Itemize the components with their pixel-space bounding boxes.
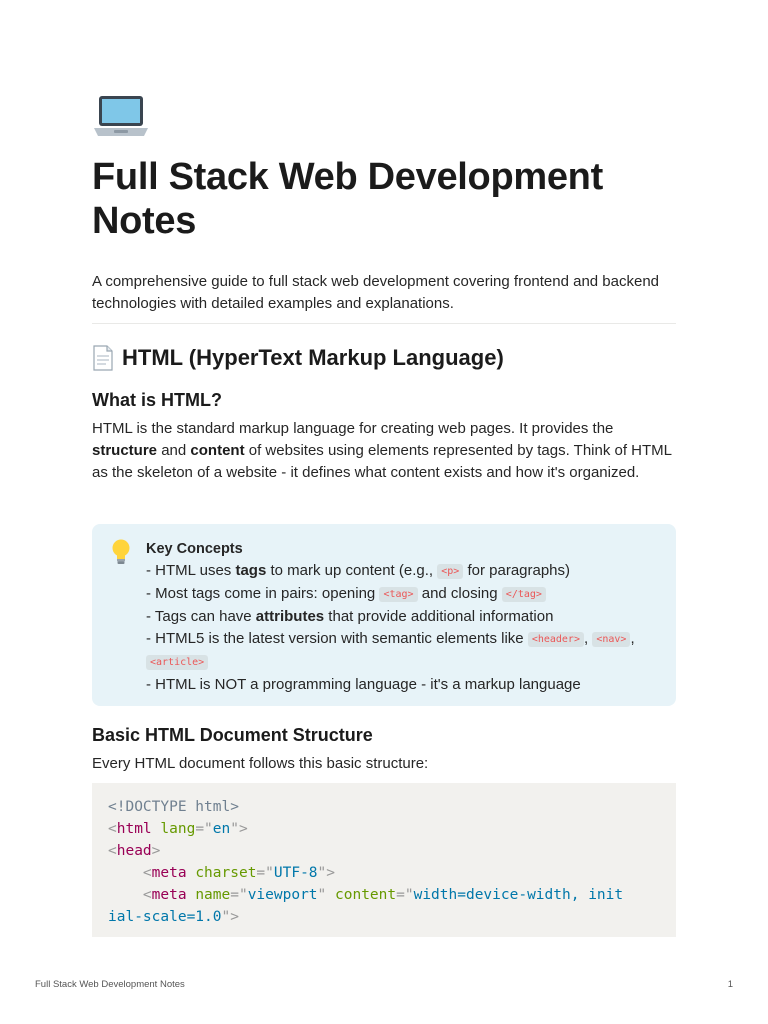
what-is-html-paragraph: HTML is the standard markup language for… [92,420,672,481]
light-bulb-icon [112,539,130,564]
callout-line: - HTML is NOT a programming language - i… [146,676,581,693]
code-value: en [212,821,231,837]
divider [92,323,676,324]
code-tag: head [116,843,152,859]
callout-line: - HTML uses tags to mark up content (e.g… [146,562,571,579]
callout-line: - Most tags come in pairs: opening <tag>… [146,583,666,606]
callout-title: Key Concepts [146,541,243,557]
code-attr: content [335,887,397,903]
page-number: 1 [727,979,733,990]
code-value: ial-scale=1.0 [108,909,222,925]
code-block[interactable]: <!DOCTYPE html> <html lang="en"> <head> … [92,783,676,937]
inline-code: <tag> [379,587,418,602]
footer-title: Full Stack Web Development Notes [35,979,185,990]
code-value: UTF-8 [273,865,318,881]
code-tag: meta [151,865,187,881]
key-concepts-callout: Key Concepts - HTML uses tags to mark up… [92,524,676,706]
inline-code: <nav> [592,632,631,647]
code-attr: charset [195,865,257,881]
what-is-html-heading: What is HTML? [92,390,222,410]
laptop-icon [94,96,148,136]
inline-code: <p> [437,564,464,579]
structure-subtext: Every HTML document follows this basic s… [92,755,429,772]
structure-heading: Basic HTML Document Structure [92,725,373,745]
code-tag: meta [151,887,187,903]
intro-paragraph: A comprehensive guide to full stack web … [92,273,660,312]
page-facing-up-icon [93,345,113,371]
inline-code: <header> [527,632,584,647]
code-attr: name [195,887,231,903]
code-doctype: <!DOCTYPE html> [108,799,239,815]
code-attr: lang [160,821,196,837]
code-value: width=device-width, init [413,887,624,903]
callout-content: Key Concepts - HTML uses tags to mark up… [146,538,666,696]
section-heading-label: HTML (HyperText Markup Language) [122,345,504,370]
code-value: viewport [247,887,318,903]
inline-code: <article> [146,655,209,670]
code-tag: html [116,821,152,837]
page-title: Full Stack Web Development Notes [92,156,603,242]
inline-code: </tag> [501,587,546,602]
callout-line: - HTML5 is the latest version with seman… [146,630,635,670]
callout-line: - Tags can have attributes that provide … [146,608,554,625]
section-heading-html: HTML (HyperText Markup Language) [92,343,504,373]
